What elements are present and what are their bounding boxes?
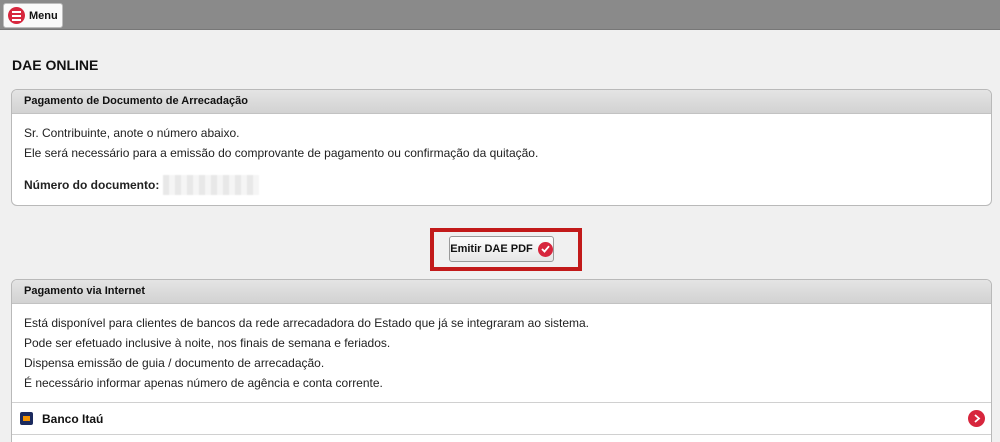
emit-dae-pdf-button[interactable]: Emitir DAE PDF xyxy=(449,236,554,262)
internet-payment-panel: Pagamento via Internet Está disponível p… xyxy=(11,279,992,442)
document-number-label: Número do documento: xyxy=(24,178,160,192)
bank-item-itau[interactable]: Banco Itaú xyxy=(12,402,991,434)
menu-button[interactable]: Menu xyxy=(3,3,63,28)
panel-body: Está disponível para clientes de bancos … xyxy=(12,304,991,393)
info-text: É necessário informar apenas número de a… xyxy=(24,376,383,390)
panel-header: Pagamento de Documento de Arrecadação xyxy=(12,90,991,114)
menu-label: Menu xyxy=(29,9,58,22)
list-item xyxy=(12,434,991,442)
page-title: DAE ONLINE xyxy=(12,57,99,73)
info-text: Pode ser efetuado inclusive à noite, nos… xyxy=(24,336,391,350)
check-icon xyxy=(537,241,553,257)
payment-document-panel: Pagamento de Documento de Arrecadação Sr… xyxy=(11,89,992,206)
panel-header: Pagamento via Internet xyxy=(12,280,991,304)
bank-name: Banco Itaú xyxy=(42,411,104,426)
document-number-row: Número do documento: xyxy=(24,175,979,195)
instruction-text: Sr. Contribuinte, anote o número abaixo. xyxy=(24,126,240,140)
document-number-value-redacted xyxy=(163,175,260,195)
top-bar: Menu xyxy=(0,0,1000,30)
instruction-text: Ele será necessário para a emissão do co… xyxy=(24,146,539,160)
emit-button-label: Emitir DAE PDF xyxy=(450,243,533,255)
info-text: Dispensa emissão de guia / documento de … xyxy=(24,356,325,370)
info-text: Está disponível para clientes de bancos … xyxy=(24,316,590,330)
chevron-right-icon[interactable] xyxy=(968,410,985,427)
hamburger-icon xyxy=(8,7,25,24)
panel-body: Sr. Contribuinte, anote o número abaixo.… xyxy=(12,114,991,195)
itau-logo-icon xyxy=(20,412,33,425)
